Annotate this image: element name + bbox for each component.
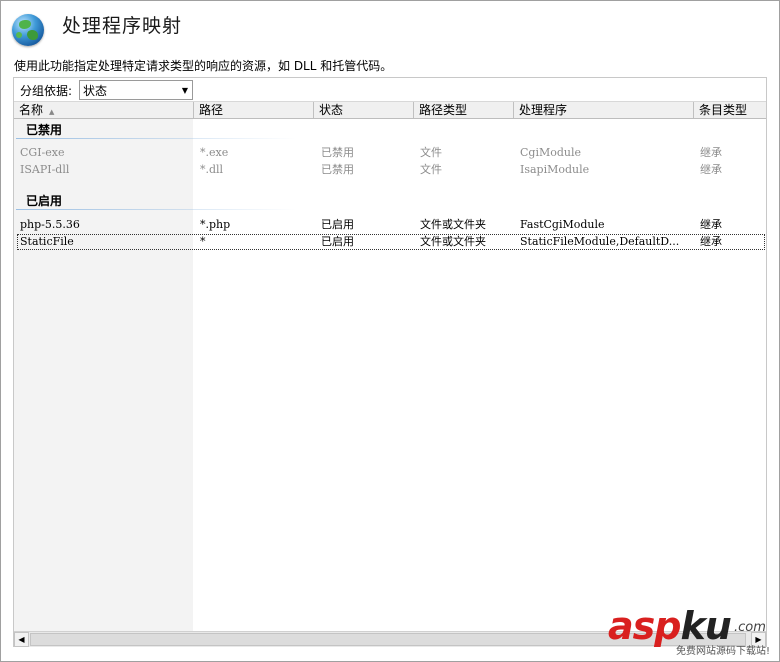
group-divider	[16, 209, 296, 210]
cell-state: 已启用	[321, 218, 354, 231]
cell-name: CGI-exe	[20, 146, 65, 159]
column-header-name[interactable]: 名称 ▲	[14, 102, 194, 118]
page-description: 使用此功能指定处理特定请求类型的响应的资源，如 DLL 和托管代码。	[14, 59, 393, 73]
cell-path-type: 文件	[420, 146, 442, 159]
cell-handler: IsapiModule	[520, 163, 590, 176]
group-by-label: 分组依据:	[20, 84, 73, 98]
watermark-suffix: .com	[734, 620, 766, 635]
cell-path: *.php	[200, 218, 231, 231]
table-row[interactable]: ISAPI-dll *.dll 已禁用 文件 IsapiModule 继承	[17, 162, 765, 178]
sort-ascending-icon: ▲	[49, 108, 55, 116]
cell-path-type: 文件或文件夹	[420, 235, 486, 248]
cell-entry-type: 继承	[700, 218, 722, 231]
cell-handler: CgiModule	[520, 146, 582, 159]
scroll-left-arrow-icon[interactable]: ◀	[14, 632, 29, 647]
cell-entry-type: 继承	[700, 146, 722, 159]
watermark-brand-red: asp	[608, 604, 681, 648]
cell-entry-type: 继承	[700, 163, 722, 176]
watermark-logo: aspku .com 免费网站源码下载站!	[608, 604, 778, 660]
cell-name: php-5.5.36	[20, 218, 80, 231]
page-header: 处理程序映射	[12, 10, 182, 50]
cell-handler: StaticFileModule,DefaultD...	[520, 235, 680, 248]
table-row[interactable]: CGI-exe *.exe 已禁用 文件 CgiModule 继承	[17, 145, 765, 161]
column-header-path-type[interactable]: 路径类型	[414, 102, 514, 118]
group-by-select[interactable]: 状态 ▼	[79, 80, 193, 100]
cell-path-type: 文件或文件夹	[420, 218, 486, 231]
column-header-handler[interactable]: 处理程序	[514, 102, 694, 118]
watermark-tagline: 免费网站源码下载站!	[676, 646, 771, 657]
cell-path-type: 文件	[420, 163, 442, 176]
group-header-disabled[interactable]: 已禁用	[26, 121, 62, 138]
cell-name: ISAPI-dll	[20, 163, 70, 176]
table-row[interactable]: php-5.5.36 *.php 已启用 文件或文件夹 FastCgiModul…	[17, 217, 765, 233]
group-by-bar: 分组依据: 状态 ▼	[14, 78, 766, 102]
cell-entry-type: 继承	[700, 235, 722, 248]
cell-handler: FastCgiModule	[520, 218, 605, 231]
column-header-entry-type[interactable]: 条目类型	[694, 102, 766, 118]
cell-path: *.exe	[200, 146, 229, 159]
table-row-selected[interactable]: StaticFile * 已启用 文件或文件夹 StaticFileModule…	[17, 234, 765, 250]
cell-state: 已禁用	[321, 146, 354, 159]
column-header-path[interactable]: 路径	[194, 102, 314, 118]
globe-icon	[12, 14, 44, 46]
column-header-state[interactable]: 状态	[314, 102, 414, 118]
group-header-enabled[interactable]: 已启用	[26, 192, 62, 209]
cell-name: StaticFile	[20, 235, 74, 248]
cell-state: 已禁用	[321, 163, 354, 176]
handler-mappings-list: 分组依据: 状态 ▼ 名称 ▲ 路径 状态 路径类型 处理程序 条目类型 已禁用 …	[13, 77, 767, 647]
group-divider	[16, 138, 296, 139]
column-header: 名称 ▲ 路径 状态 路径类型 处理程序 条目类型	[14, 102, 766, 119]
cell-path: *	[200, 235, 206, 248]
cell-path: *.dll	[200, 163, 224, 176]
group-by-value: 状态	[83, 84, 108, 98]
page-title: 处理程序映射	[62, 14, 183, 37]
cell-state: 已启用	[321, 235, 354, 248]
dropdown-arrow-icon[interactable]: ▼	[178, 81, 192, 99]
